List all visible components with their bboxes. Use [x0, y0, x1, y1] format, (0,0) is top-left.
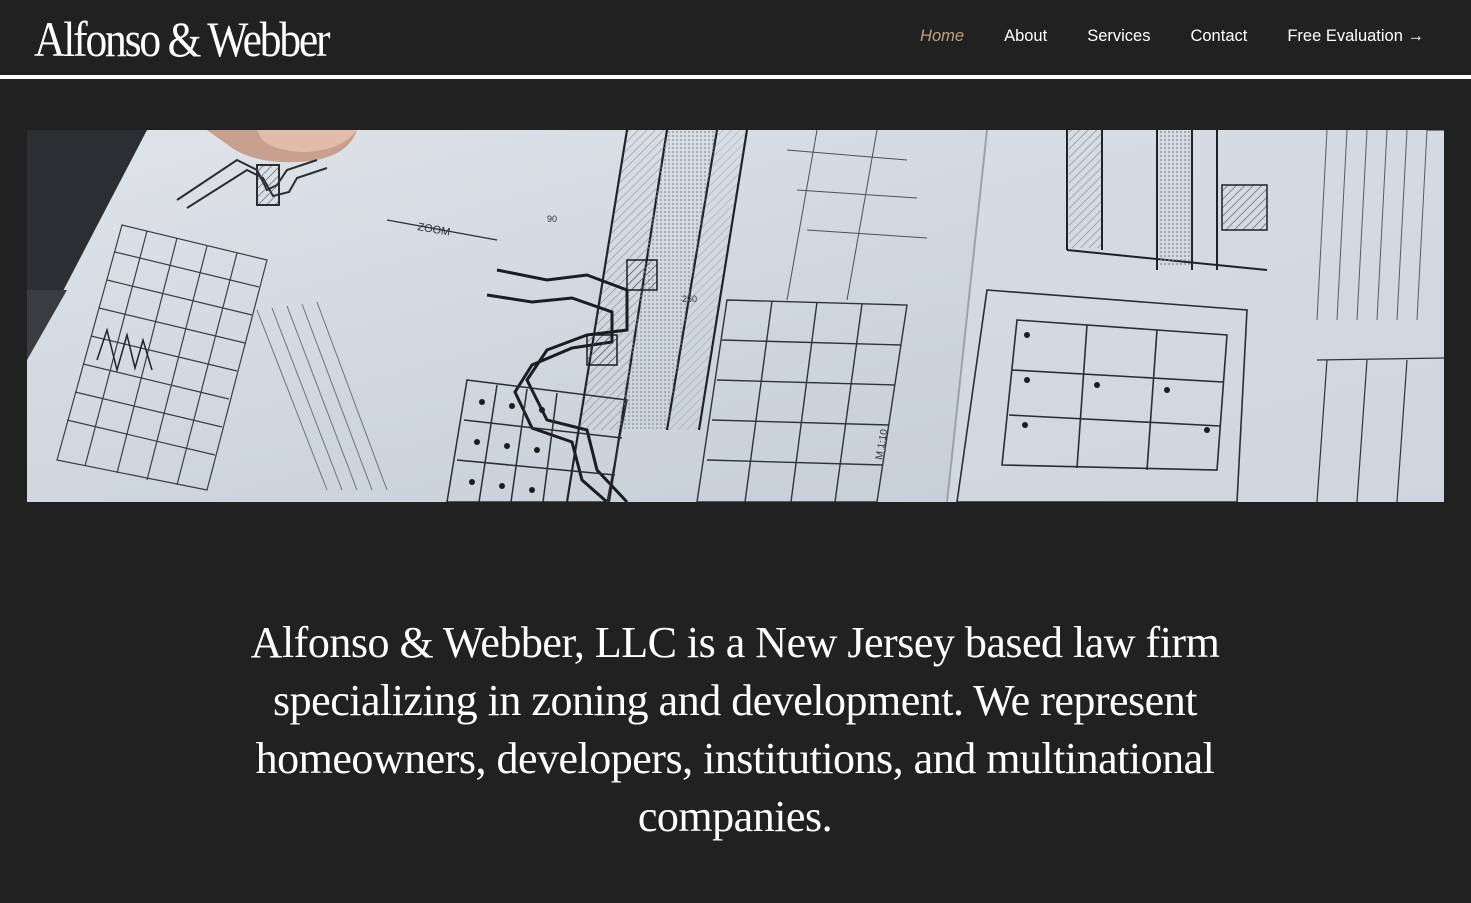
nav-about-link[interactable]: About [1004, 24, 1047, 48]
intro-statement: Alfonso & Webber, LLC is a New Jersey ba… [250, 618, 1220, 841]
intro-section: Alfonso & Webber, LLC is a New Jersey ba… [200, 614, 1270, 846]
header-divider [0, 75, 1471, 79]
brand-logo[interactable]: Alfonso & Webber [34, 11, 331, 67]
blueprint-illustration: ZOOM 250 90 M 1:10 [27, 130, 1444, 502]
nav-contact-link[interactable]: Contact [1190, 24, 1247, 48]
dimension-label: 90 [547, 214, 557, 224]
site-header: Alfonso & Webber Home About Services Con… [0, 0, 1471, 76]
nav-services-link[interactable]: Services [1087, 24, 1150, 48]
main-nav: Home About Services Contact Free Evaluat… [920, 24, 1424, 48]
nav-free-evaluation-link[interactable]: Free Evaluation → [1287, 24, 1424, 48]
nav-home-link[interactable]: Home [920, 24, 964, 48]
hero-image: ZOOM 250 90 M 1:10 [27, 130, 1444, 502]
dimension-label: 250 [682, 294, 697, 304]
